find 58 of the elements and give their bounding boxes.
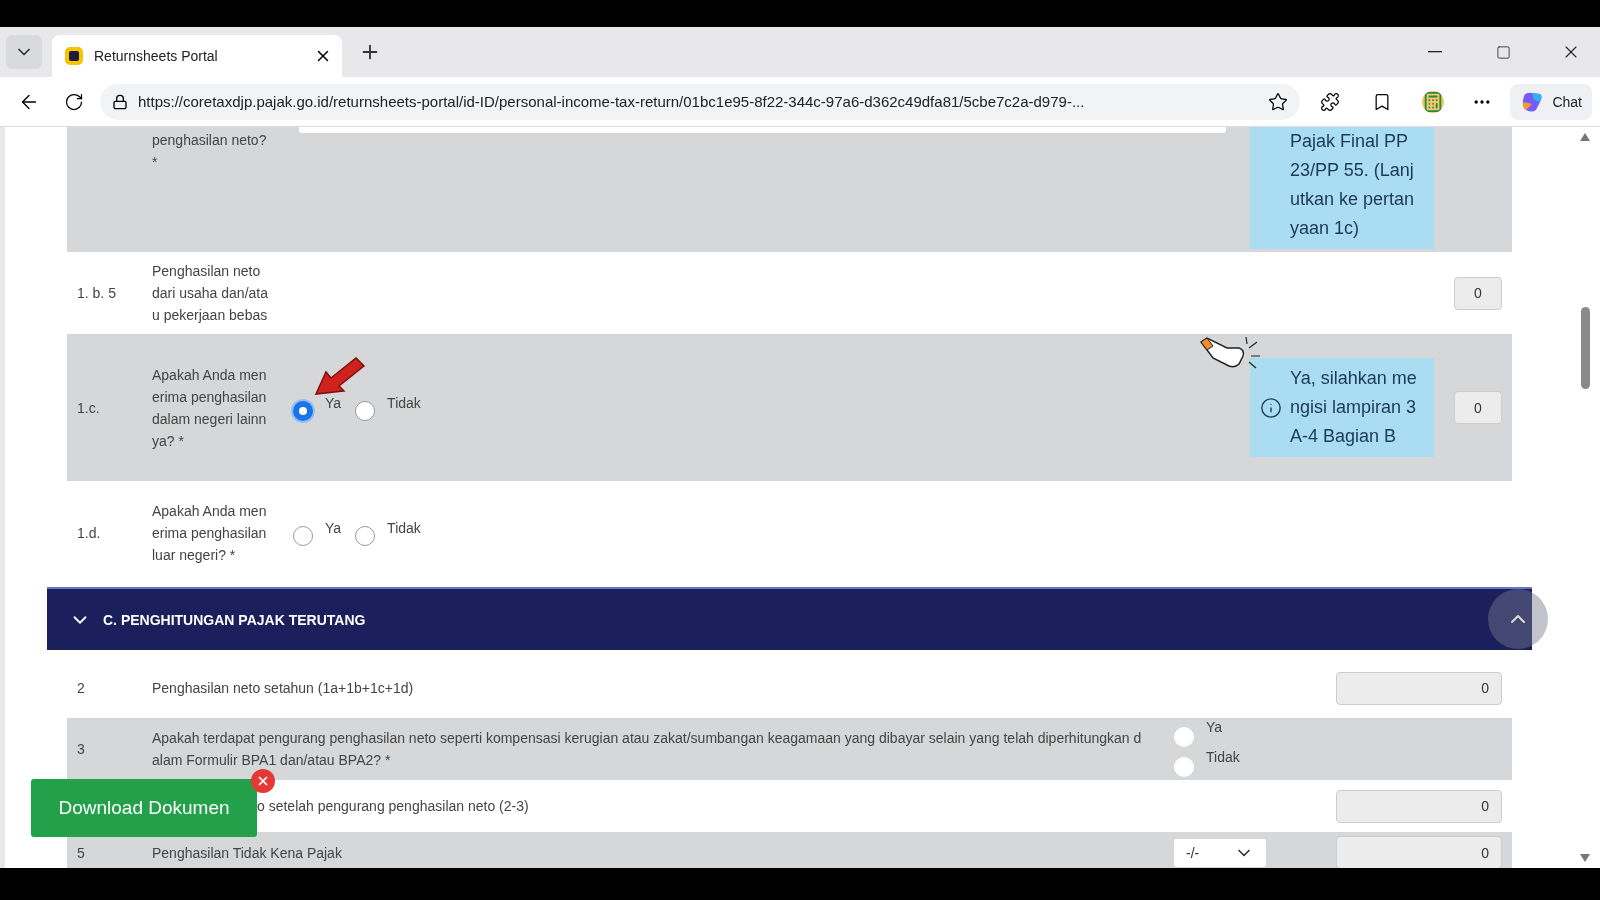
radio-button[interactable] (1174, 757, 1194, 777)
option-label: Tidak (387, 520, 421, 536)
url-text: https://coretaxdjp.pajak.go.id/returnsheets-portal/id-ID/personal-income-tax-return/01bc1e95-8f22-344c-97a6-d362c49dfa81/5cbe7c2a-d979-... (138, 93, 1086, 110)
row-number: 1.d. (77, 525, 102, 541)
info-icon (1260, 396, 1282, 419)
row-number: 3 (77, 741, 86, 757)
question-label: Apakah Anda menerima penghasilan luar negeri? * (152, 502, 268, 565)
option-label: Ya (325, 520, 342, 536)
pointing-hand-icon (1199, 334, 1261, 370)
amount-field[interactable]: 0 (1336, 789, 1502, 823)
question-label: Apakah terdapat pengurang penghasilan neto seperti kompensasi kerugian atau zakat/sumbangan keagamaan yang dibayar selain yang telah diperhitungkan dalam Formulir BPA1 dan/atau BPA2? * (152, 729, 1143, 770)
browser-tab[interactable]: Returnsheets Portal (52, 35, 342, 77)
radio-button[interactable] (355, 400, 376, 421)
site-logo-icon (64, 46, 84, 66)
option-label: Tidak (1206, 749, 1240, 765)
close-icon (256, 774, 270, 788)
address-bar[interactable]: https://coretaxdjp.pajak.go.id/returnsheets-portal/id-ID/personal-income-tax-return/01bc1e95-8f22-344c-97a6-d362c49dfa81/5cbe7c2a-d979-... (100, 83, 1301, 120)
amount-field[interactable]: 0 (1336, 836, 1502, 868)
chat-button[interactable]: Chat (1510, 83, 1592, 120)
reload-icon[interactable] (64, 91, 84, 112)
maximize-icon (1495, 44, 1511, 60)
lock-icon (112, 93, 128, 110)
puzzle-icon[interactable] (1320, 91, 1341, 112)
question-label: Penghasilan neto dari usaha dan/atau pekerjaan bebas (152, 262, 269, 325)
section-header[interactable]: C. PENGHITUNGAN PAJAK TERUTANG (47, 587, 1532, 650)
scrollbar-thumb[interactable] (1580, 306, 1590, 389)
row-number: 2 (77, 680, 86, 696)
amount-field[interactable]: 0 (1454, 276, 1502, 310)
radio-button[interactable] (293, 526, 313, 546)
minimize-icon (1428, 51, 1442, 53)
row-number: 1. b. 5 (77, 285, 117, 301)
dropdown[interactable]: -/- (1174, 838, 1266, 867)
amount-field[interactable]: 0 (1336, 671, 1502, 705)
row-number: 1.c. (77, 399, 101, 416)
amount-field[interactable]: 0 (1454, 391, 1502, 424)
scroll-up-icon[interactable] (1580, 133, 1590, 141)
tooltip-text: Ya, silahkan mengisi lampiran 3A-4 Bagian B (1290, 367, 1418, 448)
radio-button[interactable] (355, 526, 376, 546)
text-field[interactable] (299, 127, 1226, 133)
calculator-icon[interactable] (1422, 90, 1445, 113)
question-label: o setelah pengurang penghasilan neto (2-3) (257, 797, 529, 816)
question-label: Penghasilan Tidak Kena Pajak (152, 843, 342, 863)
option-label: Ya (325, 394, 342, 411)
section-title: C. PENGHITUNGAN PAJAK TERUTANG (103, 611, 366, 628)
option-label: Ya (1206, 719, 1223, 735)
pointer-arrow-icon (312, 356, 368, 396)
scroll-down-icon[interactable] (1580, 854, 1590, 862)
option-label: Tidak (387, 394, 421, 411)
scroll-top-button[interactable] (1488, 589, 1548, 649)
question-label: Apakah Anda menerima penghasilan dalam negeri lainnya? * (152, 365, 268, 451)
radio-button[interactable] (293, 400, 313, 421)
row-number: 5 (77, 844, 86, 861)
tab-title: Returnsheets Portal (94, 48, 219, 64)
tooltip-text: Pajak Final PP 23/PP 55. (Lanjutkan ke pertanyaan 1c) (1290, 130, 1416, 240)
question-label: Penghasilan neto setahun (1a+1b+1c+1d) (152, 679, 414, 698)
question-label: penghasilan neto? * (152, 131, 268, 172)
star-icon[interactable] (1268, 91, 1289, 112)
radio-button[interactable] (1174, 727, 1194, 747)
